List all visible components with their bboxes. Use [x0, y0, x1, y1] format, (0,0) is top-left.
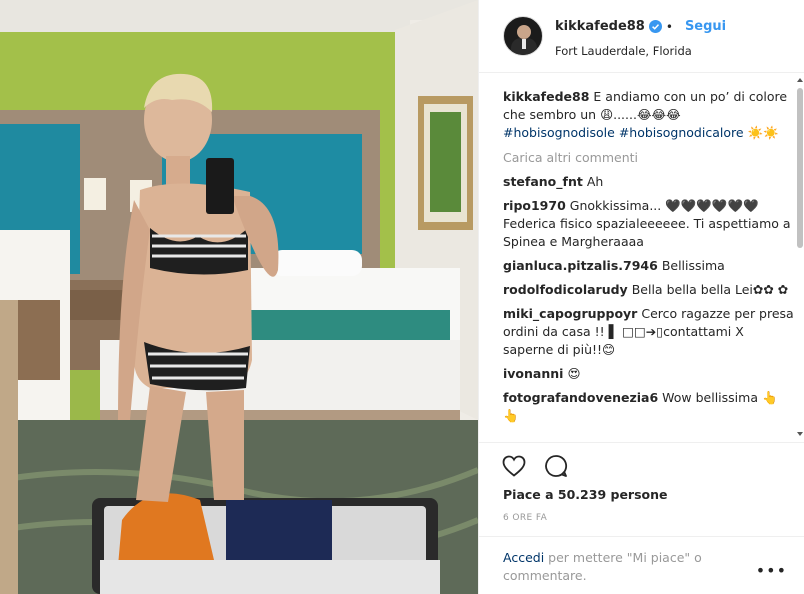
comment-item: ripo1970 Gnokkissima... 🖤🖤🖤🖤🖤🖤 Federica f… [503, 197, 795, 251]
follow-button[interactable]: Segui [685, 19, 726, 34]
post-modal: kikkafede88 • Segui Fort Lauderdale, Flo… [0, 0, 804, 594]
comment-text: 😍 [567, 366, 581, 381]
scrollbar-thumb[interactable] [797, 88, 803, 248]
action-icons [501, 453, 569, 479]
comment-item: fotografandovenezia6 Wow bellissima 👆 👆 [503, 389, 795, 425]
post-timestamp[interactable]: 6 ORE FA [503, 513, 547, 523]
more-options-icon[interactable]: ••• [756, 561, 787, 580]
load-more-comments-button[interactable]: Carica altri commenti [503, 150, 795, 165]
comment-button[interactable] [543, 453, 569, 479]
login-link[interactable]: Accedi [503, 550, 544, 565]
post-side-panel: kikkafede88 • Segui Fort Lauderdale, Flo… [478, 0, 804, 594]
add-comment-section: Accedi per mettere "Mi piace" o commenta… [479, 536, 804, 594]
post-caption: kikkafede88 E andiamo con un po’ di color… [503, 88, 795, 142]
comment-username[interactable]: rodolfodicolarudy [503, 282, 628, 297]
comment-icon [545, 455, 568, 477]
post-location[interactable]: Fort Lauderdale, Florida [555, 44, 692, 58]
comment-username[interactable]: miki_capogruppoyr [503, 306, 637, 321]
like-button[interactable] [501, 453, 527, 479]
comment-item: ivonanni 😍 [503, 365, 795, 383]
scroll-down-arrow-icon[interactable] [797, 432, 803, 436]
comment-item: miki_capogruppoyr Cerco ragazze per presa… [503, 305, 795, 359]
comment-username[interactable]: ripo1970 [503, 198, 566, 213]
comment-text: Bella bella bella Lei✿✿ ✿ [631, 282, 789, 297]
comment-text: Bellissima [661, 258, 725, 273]
caption-hashtags[interactable]: #hobisognodisole #hobisognodicalore ☀️☀️ [503, 125, 779, 140]
caption-username[interactable]: kikkafede88 [503, 89, 589, 104]
post-actions: Piace a 50.239 persone 6 ORE FA [479, 442, 804, 536]
comment-item: stefano_fnt Ah [503, 173, 795, 191]
comment-item: gianluca.pitzalis.7946 Bellissima [503, 257, 795, 275]
header-user-row: kikkafede88 • Segui [555, 19, 726, 34]
comment-username[interactable]: stefano_fnt [503, 174, 583, 189]
comment-username[interactable]: ivonanni [503, 366, 563, 381]
avatar[interactable] [503, 16, 543, 56]
scroll-up-arrow-icon[interactable] [797, 78, 803, 82]
comment-text: Ah [586, 174, 604, 189]
header-separator: • [665, 19, 673, 34]
comment-item: rodolfodicolarudy Bella bella bella Lei✿✿… [503, 281, 795, 299]
heart-icon [502, 455, 526, 477]
login-to-comment-prompt: Accedi per mettere "Mi piace" o commenta… [503, 549, 743, 585]
comment-username[interactable]: fotografandovenezia6 [503, 390, 658, 405]
comment-username[interactable]: gianluca.pitzalis.7946 [503, 258, 658, 273]
likes-count[interactable]: Piace a 50.239 persone [503, 487, 668, 502]
verified-badge-icon [648, 20, 662, 33]
comments-list[interactable]: kikkafede88 E andiamo con un po’ di color… [479, 74, 804, 442]
header-username[interactable]: kikkafede88 [555, 19, 645, 34]
post-header: kikkafede88 • Segui Fort Lauderdale, Flo… [479, 0, 804, 73]
post-photo[interactable] [0, 0, 478, 594]
post-photo-illustration [0, 0, 478, 594]
